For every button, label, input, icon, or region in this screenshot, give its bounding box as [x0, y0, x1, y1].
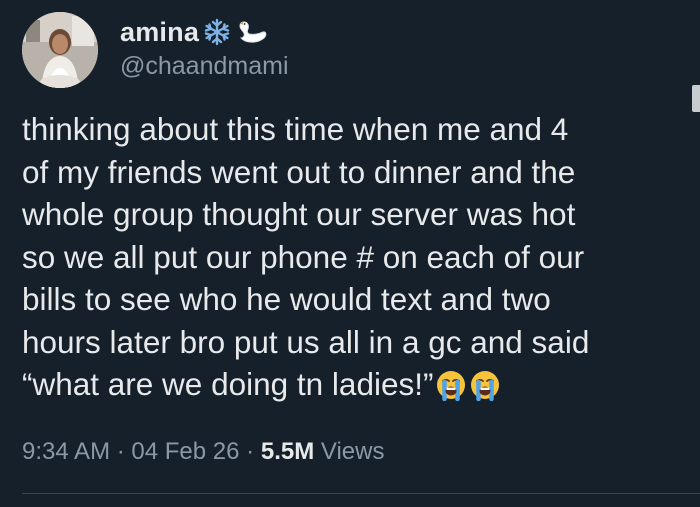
scrollbar[interactable] [692, 85, 700, 112]
meta-separator: · [246, 438, 255, 465]
tweet-text-line: hours later bro put us all in a gc and s… [22, 323, 590, 360]
tweet-text-line: so we all put our phone # on each of our [22, 238, 585, 275]
tweet-text-line: bills to see who he would text and two [22, 281, 551, 317]
tweet-text-line: thinking about this time when me and 4 [22, 111, 569, 147]
tweet-meta: 9:34 AM · 04 Feb 26 · 5.5M Views [22, 438, 384, 466]
author-name-row[interactable]: amina [120, 14, 269, 50]
tweet-time[interactable]: 9:34 AM [22, 438, 110, 465]
tweet-card: amina @chaandmami thinking about this ti… [0, 0, 700, 507]
tweet-text-quote: “what are we doing tn ladies!” [22, 366, 434, 402]
tweet-text-last-line: “what are we doing tn ladies!” [22, 363, 672, 406]
tweet-text-line: whole group thought our server was hot [22, 196, 576, 232]
author-handle[interactable]: @chaandmami [120, 52, 289, 81]
meta-separator: · [116, 438, 125, 465]
views-label[interactable]: Views [321, 438, 385, 465]
author-display-name[interactable]: amina [120, 17, 199, 48]
loudly-crying-face-icon [435, 369, 467, 402]
avatar[interactable] [22, 12, 98, 88]
divider [22, 493, 700, 494]
views-count[interactable]: 5.5M [261, 438, 314, 465]
tweet-text: thinking about this time when me and 4 o… [22, 108, 672, 406]
avatar-image [22, 12, 98, 88]
tweet-date[interactable]: 04 Feb 26 [131, 438, 239, 465]
snowflake-icon [203, 18, 231, 46]
swan-icon [235, 18, 269, 46]
loudly-crying-face-icon [469, 369, 501, 402]
tweet-text-line: of my friends went out to dinner and the [22, 153, 576, 190]
